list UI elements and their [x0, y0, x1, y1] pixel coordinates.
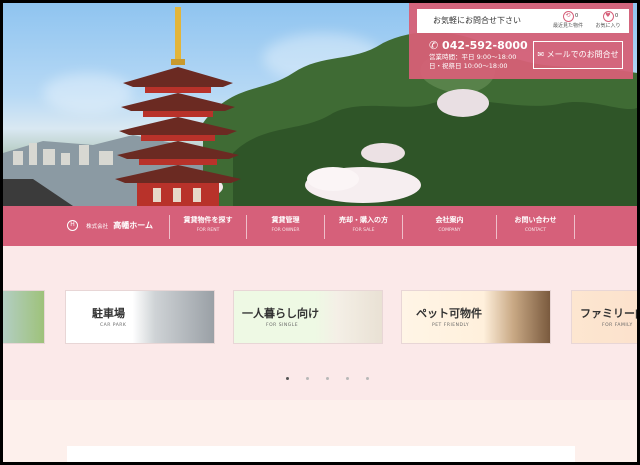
nav-contact-sub: CONTACT: [524, 228, 547, 233]
nav-owner[interactable]: 賃貸管理 FOR OWNER: [247, 215, 325, 239]
carousel-dot[interactable]: [346, 377, 350, 380]
nav-owner-label: 賃貸管理: [271, 216, 300, 224]
contact-panel: お気軽にお問合せ下さい ⟲ 0 最近見た物件 ♥ 0 お気に入り ✆ 042-5…: [409, 3, 633, 79]
history-icon: ⟲: [562, 11, 574, 22]
mail-contact-button[interactable]: ✉ メールでのお問合せ: [533, 41, 623, 69]
nav-contact[interactable]: お問い合わせ CONTACT: [497, 215, 575, 239]
nav-sale-label: 売却・購入の方: [339, 216, 388, 224]
carousel-dot[interactable]: [326, 377, 330, 380]
hours-holiday: 日・祝祭日 10:00～18:00: [429, 62, 508, 70]
category-card-family[interactable]: ファミリー向 FOR FAMILY: [571, 290, 637, 344]
category-card-pet[interactable]: ペット可物件 PET FRIENDLY: [401, 290, 551, 344]
card-single-title: 一人暮らし向け: [242, 307, 319, 320]
nav-company-label: 会社案内: [435, 216, 464, 224]
hours-weekday: 営業時間：平日 9:00～18:00: [429, 53, 517, 61]
lower-content-box: [67, 446, 575, 462]
recent-count: 0: [575, 13, 579, 19]
carousel-pagination: [286, 365, 381, 384]
nav-owner-sub: FOR OWNER: [271, 228, 300, 233]
nav-rent-sub: FOR RENT: [196, 228, 220, 233]
favorites-count: 0: [615, 13, 619, 19]
category-card-parking[interactable]: 駐車場 CAR PARK: [65, 290, 215, 344]
nav-company-sub: COMPANY: [438, 228, 461, 233]
site-logo[interactable]: H 株式会社 高幡ホーム: [67, 215, 153, 235]
heart-icon: ♥: [602, 11, 614, 22]
mail-icon: ✉: [537, 50, 547, 59]
phone-text: 042-592-8000: [442, 39, 528, 52]
nav-contact-label: お問い合わせ: [514, 216, 557, 224]
mail-label: メールでのお問合せ: [546, 50, 619, 59]
card-single-sub: FOR SINGLE: [266, 323, 299, 328]
nav-rent-label: 賃貸物件を探す: [183, 216, 233, 224]
carousel-dot[interactable]: [286, 377, 289, 380]
main-nav: H 株式会社 高幡ホーム 賃貸物件を探す FOR RENT 賃貸管理 FOR O…: [3, 206, 637, 246]
contact-topbar: お気軽にお問合せ下さい ⟲ 0 最近見た物件 ♥ 0 お気に入り: [417, 9, 629, 33]
nav-sale[interactable]: 売却・購入の方 FOR SALE: [325, 215, 403, 239]
recent-viewed-button[interactable]: ⟲ 0 最近見た物件: [551, 11, 585, 31]
nav-company[interactable]: 会社案内 COMPANY: [403, 215, 497, 239]
inquiry-text: お気軽にお問合せ下さい: [433, 16, 521, 25]
card-pet-title: ペット可物件: [416, 307, 482, 320]
card-family-sub: FOR FAMILY: [602, 323, 633, 328]
nav-rent[interactable]: 賃貸物件を探す FOR RENT: [169, 215, 247, 239]
business-hours: 営業時間：平日 9:00～18:00 日・祝祭日 10:00～18:00: [429, 53, 516, 71]
category-card-single[interactable]: 一人暮らし向け FOR SINGLE: [233, 290, 383, 344]
phone-number[interactable]: ✆ 042-592-8000: [429, 39, 528, 52]
carousel-dot[interactable]: [306, 377, 310, 380]
category-carousel: 駐車場 CAR PARK 一人暮らし向け FOR SINGLE ペット可物件 P…: [3, 246, 637, 386]
card-parking-title: 駐車場: [92, 307, 125, 320]
card-pet-sub: PET FRIENDLY: [432, 323, 470, 328]
card-family-title: ファミリー向: [580, 307, 637, 320]
lower-section: [3, 400, 637, 462]
logo-prefix: 株式会社: [86, 223, 109, 230]
nav-sale-sub: FOR SALE: [352, 228, 375, 233]
category-card-partial-left[interactable]: [3, 290, 45, 344]
logo-mark-icon: H: [67, 220, 78, 231]
card-parking-sub: CAR PARK: [100, 323, 127, 328]
phone-icon: ✆: [429, 39, 443, 52]
recent-label: 最近見た物件: [552, 23, 583, 29]
carousel-dot[interactable]: [366, 377, 370, 380]
logo-name: 高幡ホーム: [113, 221, 153, 230]
favorites-button[interactable]: ♥ 0 お気に入り: [591, 11, 625, 31]
favorites-label: お気に入り: [595, 23, 621, 29]
page: お気軽にお問合せ下さい ⟲ 0 最近見た物件 ♥ 0 お気に入り ✆ 042-5…: [3, 3, 637, 462]
